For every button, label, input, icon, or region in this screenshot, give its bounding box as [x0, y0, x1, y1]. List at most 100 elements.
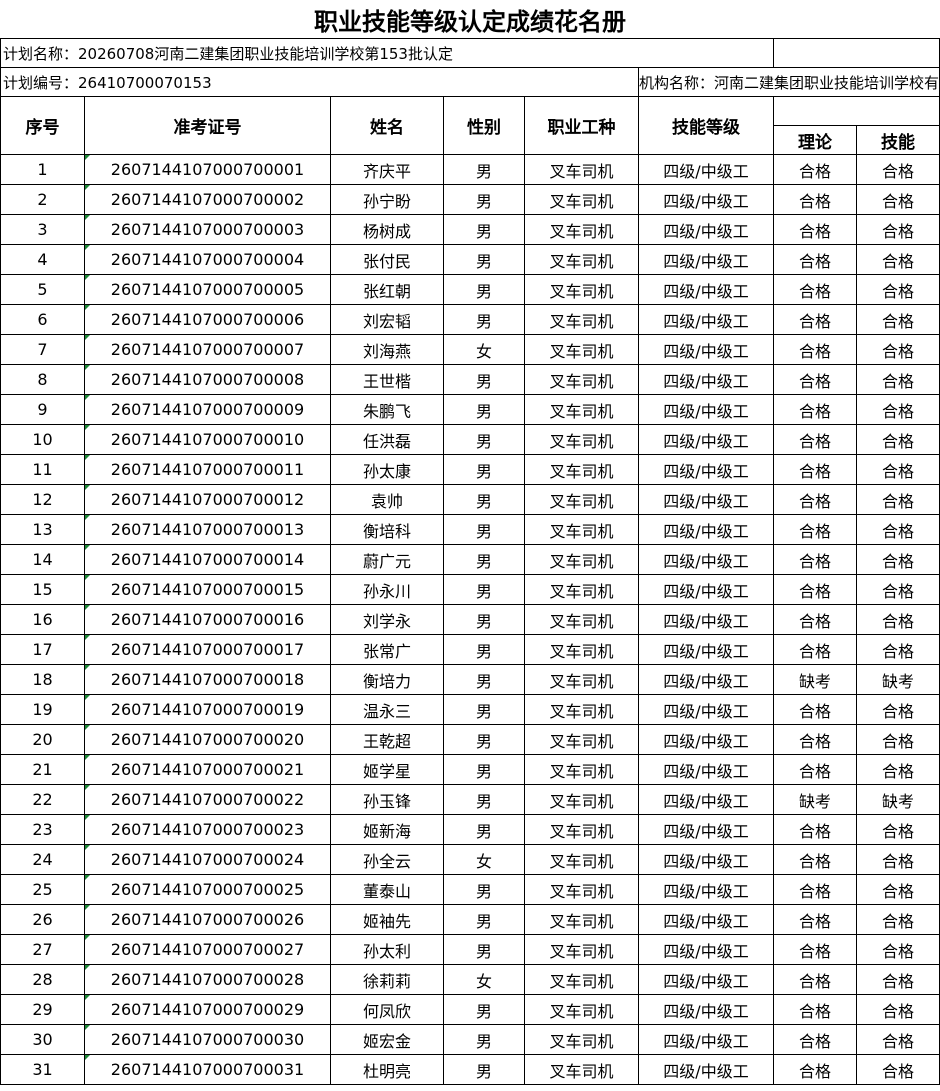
cell-ticket: 2607144107000700028	[84, 964, 331, 995]
cell-skill: 合格	[856, 634, 940, 665]
cell-theory: 合格	[773, 1054, 857, 1085]
cell-level: 四级/中级工	[638, 394, 774, 425]
cell-skill: 合格	[856, 964, 940, 995]
cell-theory: 合格	[773, 994, 857, 1025]
cell-name: 袁帅	[330, 484, 444, 515]
cell-theory: 合格	[773, 394, 857, 425]
cell-skill: 合格	[856, 244, 940, 275]
cell-seq: 28	[0, 964, 85, 995]
cell-gender: 男	[443, 274, 525, 305]
header-ticket: 准考证号	[84, 96, 331, 155]
table-row: 1 2607144107000700001 齐庆平男叉车司机 四级/中级工 合格 合格	[0, 154, 940, 185]
table-row: 31 2607144107000700031 杜明亮男叉车司机 四级/中级工 合格 合格	[0, 1054, 940, 1085]
table-row: 8 2607144107000700008 王世楷男叉车司机 四级/中级工 合格 合格	[0, 364, 940, 395]
cell-job: 叉车司机	[524, 694, 639, 725]
cell-level: 四级/中级工	[638, 604, 774, 635]
cell-job: 叉车司机	[524, 784, 639, 815]
cell-gender: 男	[443, 364, 525, 395]
cell-ticket: 2607144107000700027	[84, 934, 331, 965]
cell-theory: 合格	[773, 544, 857, 575]
table-row: 22 2607144107000700022 孙玉锋男叉车司机 四级/中级工 缺考 缺考	[0, 784, 940, 815]
cell-seq: 17	[0, 634, 85, 665]
cell-name: 张付民	[330, 244, 444, 275]
cell-name: 衡培科	[330, 514, 444, 545]
cell-skill: 合格	[856, 514, 940, 545]
cell-ticket: 2607144107000700019	[84, 694, 331, 725]
table-row: 14 2607144107000700014 蔚广元男叉车司机 四级/中级工 合格 合格	[0, 544, 940, 575]
cell-ticket: 2607144107000700011	[84, 454, 331, 485]
cell-ticket: 2607144107000700012	[84, 484, 331, 515]
cell-skill: 合格	[856, 574, 940, 605]
cell-skill: 合格	[856, 904, 940, 935]
cell-skill: 缺考	[856, 664, 940, 695]
cell-seq: 9	[0, 394, 85, 425]
cell-theory: 合格	[773, 514, 857, 545]
cell-skill: 合格	[856, 214, 940, 245]
cell-theory: 缺考	[773, 784, 857, 815]
cell-job: 叉车司机	[524, 184, 639, 215]
cell-level: 四级/中级工	[638, 934, 774, 965]
cell-ticket: 2607144107000700004	[84, 244, 331, 275]
cell-skill: 缺考	[856, 784, 940, 815]
cell-skill: 合格	[856, 604, 940, 635]
cell-job: 叉车司机	[524, 604, 639, 635]
cell-ticket: 2607144107000700017	[84, 634, 331, 665]
cell-gender: 男	[443, 304, 525, 335]
cell-skill: 合格	[856, 424, 940, 455]
cell-level: 四级/中级工	[638, 544, 774, 575]
table-row: 11 2607144107000700011 孙太康男叉车司机 四级/中级工 合格 合格	[0, 454, 940, 485]
cell-seq: 15	[0, 574, 85, 605]
cell-ticket: 2607144107000700024	[84, 844, 331, 875]
cell-ticket: 2607144107000700015	[84, 574, 331, 605]
cell-level: 四级/中级工	[638, 634, 774, 665]
cell-name: 王乾超	[330, 724, 444, 755]
table-row: 26 2607144107000700026 姬袖先男叉车司机 四级/中级工 合格 合格	[0, 904, 940, 935]
cell-theory: 合格	[773, 814, 857, 845]
cell-ticket: 2607144107000700031	[84, 1054, 331, 1085]
header-name: 姓名	[330, 96, 444, 155]
cell-job: 叉车司机	[524, 904, 639, 935]
cell-gender: 男	[443, 664, 525, 695]
table-row: 3 2607144107000700003 杨树成男叉车司机 四级/中级工 合格 合格	[0, 214, 940, 245]
table-row: 9 2607144107000700009 朱鹏飞男叉车司机 四级/中级工 合格 合格	[0, 394, 940, 425]
institution-name: 机构名称：河南二建集团职业技能培训学校有限公司	[638, 67, 940, 97]
cell-ticket: 2607144107000700010	[84, 424, 331, 455]
cell-seq: 29	[0, 994, 85, 1025]
cell-name: 孙太康	[330, 454, 444, 485]
cell-ticket: 2607144107000700007	[84, 334, 331, 365]
cell-seq: 22	[0, 784, 85, 815]
cell-seq: 7	[0, 334, 85, 365]
cell-name: 蔚广元	[330, 544, 444, 575]
cell-theory: 合格	[773, 184, 857, 215]
cell-theory: 合格	[773, 304, 857, 335]
header-gender: 性别	[443, 96, 525, 155]
cell-seq: 18	[0, 664, 85, 695]
cell-skill: 合格	[856, 934, 940, 965]
cell-ticket: 2607144107000700023	[84, 814, 331, 845]
cell-gender: 男	[443, 214, 525, 245]
cell-seq: 4	[0, 244, 85, 275]
roster-table: 职业技能等级认定成绩花名册 计划名称：20260708河南二建集团职业技能培训学…	[0, 0, 940, 1085]
cell-level: 四级/中级工	[638, 1024, 774, 1055]
table-row: 15 2607144107000700015 孙永川男叉车司机 四级/中级工 合格 合格	[0, 574, 940, 605]
cell-seq: 10	[0, 424, 85, 455]
cell-name: 任洪磊	[330, 424, 444, 455]
cell-name: 孙太利	[330, 934, 444, 965]
cell-skill: 合格	[856, 484, 940, 515]
cell-seq: 21	[0, 754, 85, 785]
cell-job: 叉车司机	[524, 754, 639, 785]
cell-name: 孙宁盼	[330, 184, 444, 215]
cell-ticket: 2607144107000700006	[84, 304, 331, 335]
cell-name: 衡培力	[330, 664, 444, 695]
cell-level: 四级/中级工	[638, 1054, 774, 1085]
cell-seq: 20	[0, 724, 85, 755]
cell-gender: 男	[443, 184, 525, 215]
cell-ticket: 2607144107000700030	[84, 1024, 331, 1055]
cell-seq: 12	[0, 484, 85, 515]
header-score-group	[773, 96, 940, 126]
cell-name: 杜明亮	[330, 1054, 444, 1085]
cell-job: 叉车司机	[524, 394, 639, 425]
cell-skill: 合格	[856, 814, 940, 845]
cell-level: 四级/中级工	[638, 244, 774, 275]
cell-theory: 合格	[773, 604, 857, 635]
